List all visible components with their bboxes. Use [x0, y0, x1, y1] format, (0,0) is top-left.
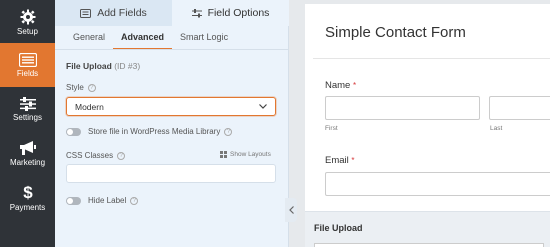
fields-list-icon	[18, 52, 37, 67]
required-mark: *	[351, 156, 355, 165]
panel-tabs: Add Fields Field Options	[55, 0, 289, 26]
css-classes-input[interactable]	[66, 164, 276, 183]
sliders-icon	[19, 96, 36, 111]
hide-label-toggle[interactable]	[66, 197, 81, 205]
field-options-panel: Add Fields Field Options General Advance…	[55, 0, 289, 247]
style-select[interactable]: Modern	[66, 97, 276, 116]
help-icon[interactable]: ?	[87, 83, 96, 92]
media-library-toggle[interactable]	[66, 128, 81, 136]
name-label-text: Name	[325, 80, 351, 91]
email-label-text: Email	[325, 155, 349, 166]
name-first-input[interactable]	[325, 96, 480, 120]
megaphone-icon	[19, 140, 36, 155]
style-label: Style ?	[66, 83, 96, 92]
file-upload-dropzone[interactable]	[314, 243, 544, 247]
file-upload-field[interactable]: File Upload	[305, 211, 550, 247]
grid-icon	[220, 151, 227, 158]
rail-label: Settings	[13, 112, 42, 122]
form-canvas: Simple Contact Form Name * First Last Em…	[305, 4, 550, 247]
gear-icon	[20, 9, 35, 24]
rail-item-fields[interactable]: Fields	[0, 43, 55, 87]
field-type-name: File Upload	[66, 61, 112, 71]
chevron-down-icon	[259, 104, 267, 109]
hide-label-text: Hide Label	[88, 196, 127, 205]
style-label-text: Style	[66, 83, 84, 92]
tab-field-options[interactable]: Field Options	[172, 0, 289, 26]
show-layouts-link[interactable]: Show Layouts	[220, 151, 271, 158]
subtab-advanced[interactable]: Advanced	[113, 26, 173, 50]
help-icon[interactable]: ?	[117, 151, 126, 160]
subtab-general[interactable]: General	[65, 26, 113, 50]
rail-label: Marketing	[9, 157, 46, 167]
style-select-value: Modern	[75, 101, 104, 112]
show-layouts-text: Show Layouts	[230, 151, 271, 158]
rail-item-settings[interactable]: Settings	[0, 87, 55, 131]
rail-item-marketing[interactable]: Marketing	[0, 131, 55, 175]
help-icon[interactable]: ?	[224, 127, 233, 136]
tab-add-fields[interactable]: Add Fields	[55, 0, 172, 26]
media-library-label: Store file in WordPress Media Library ?	[88, 127, 233, 136]
name-last-input[interactable]	[489, 96, 550, 120]
last-sublabel: Last	[490, 125, 503, 132]
rail-item-payments[interactable]: $ Payments	[0, 175, 55, 219]
form-title: Simple Contact Form	[325, 24, 466, 41]
rail-label: Payments	[9, 202, 46, 212]
dollar-icon: $	[23, 183, 33, 201]
list-icon	[80, 8, 92, 18]
help-icon[interactable]: ?	[130, 196, 139, 205]
name-field-label[interactable]: Name *	[325, 80, 356, 91]
required-mark: *	[352, 81, 357, 90]
sliders-icon	[191, 8, 202, 17]
first-sublabel: First	[325, 125, 338, 132]
hide-label-label: Hide Label ?	[88, 196, 139, 205]
email-field-label[interactable]: Email *	[325, 155, 355, 166]
css-classes-label-text: CSS Classes	[66, 151, 114, 160]
options-subtabs: General Advanced Smart Logic	[65, 26, 236, 50]
rail-item-setup[interactable]: Setup	[0, 0, 55, 44]
rail-label: Fields	[16, 68, 39, 78]
title-divider	[313, 58, 550, 59]
media-library-label-text: Store file in WordPress Media Library	[88, 127, 221, 136]
email-input[interactable]	[325, 172, 550, 196]
rail-label: Setup	[17, 26, 38, 36]
subtabs-divider	[55, 49, 289, 50]
field-section-title: File Upload (ID #3)	[66, 61, 140, 71]
tab-label: Add Fields	[97, 7, 147, 19]
svg-text:$: $	[23, 183, 33, 201]
collapse-panel-handle[interactable]	[285, 198, 297, 222]
subtab-smart-logic[interactable]: Smart Logic	[172, 26, 236, 50]
form-preview: Simple Contact Form Name * First Last Em…	[289, 0, 550, 247]
css-classes-label: CSS Classes ?	[66, 151, 126, 160]
file-upload-label: File Upload	[314, 223, 363, 233]
builder-sidebar: Setup Fields Settings Marketing $ Paymen…	[0, 0, 55, 247]
chevron-left-icon	[288, 206, 294, 214]
field-id: (ID #3)	[114, 61, 141, 71]
tab-label: Field Options	[207, 7, 270, 19]
